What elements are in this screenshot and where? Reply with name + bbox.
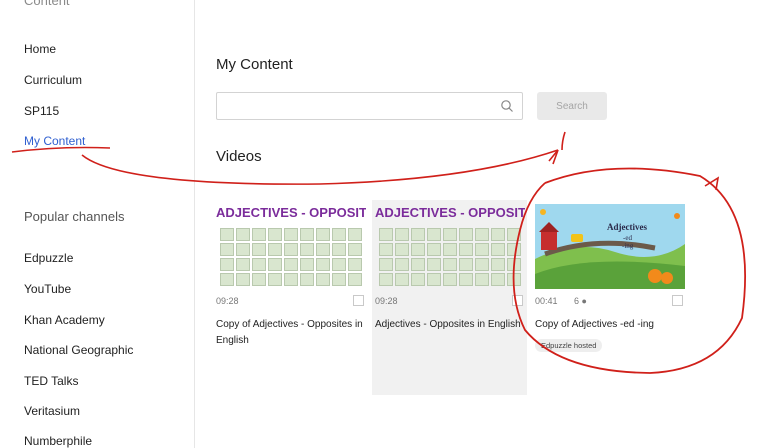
channel-veritasium[interactable]: Veritasium	[24, 404, 80, 418]
channel-numberphile[interactable]: Numberphile	[24, 434, 92, 448]
select-checkbox[interactable]	[512, 295, 523, 306]
video-thumbnail[interactable]: ADJECTIVES - OPPOSITES	[216, 204, 366, 289]
search-icon[interactable]	[500, 99, 514, 113]
video-thumbnail[interactable]: ADJECTIVES - OPPOSITES	[375, 204, 525, 289]
search-button[interactable]: Search	[537, 92, 607, 120]
channel-ted-talks[interactable]: TED Talks	[24, 374, 78, 388]
select-checkbox[interactable]	[672, 295, 683, 306]
channel-khan-academy[interactable]: Khan Academy	[24, 313, 105, 327]
question-count: 6 ●	[574, 296, 587, 306]
sidebar: Content Home Curriculum SP115 My Content…	[0, 0, 195, 448]
select-checkbox[interactable]	[353, 295, 364, 306]
thumbnail-illustration-grid	[220, 228, 362, 286]
autumn-landscape-illustration	[535, 204, 685, 289]
main-content: My Content Search Videos ADJECTIVES - OP…	[196, 0, 757, 448]
video-duration: 09:28	[375, 296, 398, 306]
search-input[interactable]	[217, 93, 487, 119]
video-title[interactable]: Copy of Adjectives -ed -ing	[535, 317, 685, 333]
sidebar-item-sp115[interactable]: SP115	[24, 104, 59, 118]
sidebar-item-my-content[interactable]: My Content	[24, 134, 85, 148]
thumbnail-illustration-grid	[379, 228, 521, 286]
sidebar-item-curriculum[interactable]: Curriculum	[24, 73, 82, 87]
page-title: My Content	[216, 56, 293, 73]
channel-national-geographic[interactable]: National Geographic	[24, 343, 133, 357]
channel-edpuzzle[interactable]: Edpuzzle	[24, 251, 73, 265]
video-title[interactable]: Adjectives - Opposites in English	[375, 317, 525, 333]
search-box	[216, 92, 523, 120]
video-card[interactable]: ADJECTIVES - OPPOSITES 09:28 Adjectives …	[372, 200, 527, 395]
video-duration: 09:28	[216, 296, 239, 306]
sidebar-item-home[interactable]: Home	[24, 42, 56, 56]
channel-youtube[interactable]: YouTube	[24, 282, 71, 296]
thumbnail-subtitle-ing: -ing	[622, 242, 634, 250]
video-card[interactable]: ADJECTIVES - OPPOSITES 09:28 Copy of Adj…	[213, 200, 368, 395]
hosted-badge: Edpuzzle hosted	[535, 339, 603, 352]
video-title[interactable]: Copy of Adjectives - Opposites in Englis…	[216, 317, 366, 349]
video-thumbnail[interactable]: Adjectives -ed -ing	[535, 204, 685, 289]
sidebar-section-heading: Content	[24, 0, 70, 8]
thumbnail-title: ADJECTIVES - OPPOSITES	[375, 205, 525, 220]
video-card[interactable]: Adjectives -ed -ing 00:41 6 ● Copy of Ad…	[532, 200, 687, 395]
popular-channels-heading: Popular channels	[24, 209, 125, 224]
video-duration: 00:41	[535, 296, 558, 306]
thumbnail-title: ADJECTIVES - OPPOSITES	[216, 205, 366, 220]
videos-heading: Videos	[216, 148, 262, 165]
thumbnail-title: Adjectives	[607, 222, 647, 232]
thumbnail-subtitle-ed: -ed	[623, 234, 632, 242]
